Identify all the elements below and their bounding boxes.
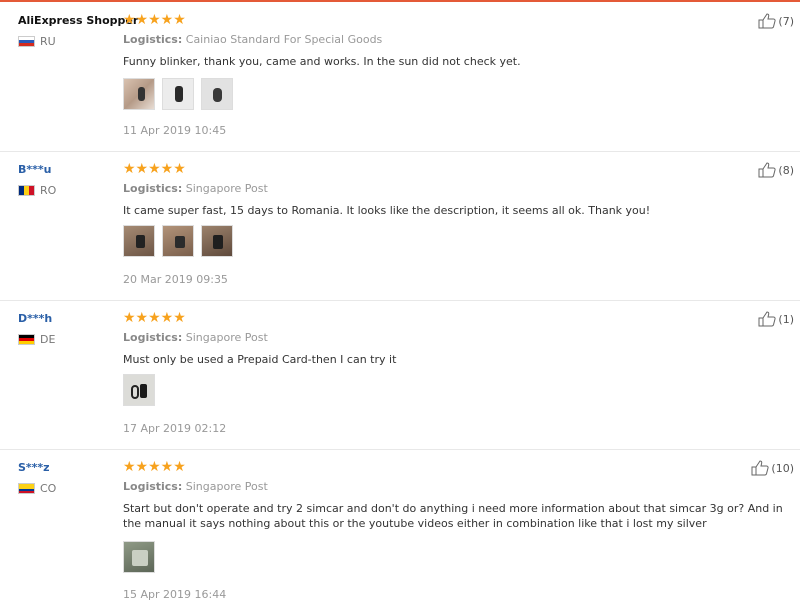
logistics-info: Logistics: Singapore Post (123, 182, 268, 195)
review-item: D***h DE ★★★★★ Logistics: Singapore Post… (0, 302, 800, 450)
likes-count: (8) (778, 163, 794, 177)
review-photos (123, 541, 155, 573)
romania-flag-icon (18, 185, 35, 196)
review-photo-thumbnail[interactable] (201, 225, 233, 257)
review-item: AliExpress Shopper RU ★★★★★ Logistics: C… (0, 4, 800, 152)
logistics-value: Singapore Post (185, 331, 268, 344)
review-date: 20 Mar 2019 09:35 (123, 273, 228, 286)
star-rating: ★★★★★ (123, 161, 186, 177)
reviewer-country: RU (18, 35, 56, 48)
review-photo-thumbnail[interactable] (162, 78, 194, 110)
helpful-button[interactable]: (7) (758, 13, 794, 29)
review-date: 15 Apr 2019 16:44 (123, 588, 227, 601)
review-photo-thumbnail[interactable] (123, 225, 155, 257)
logistics-info: Logistics: Singapore Post (123, 480, 268, 493)
germany-flag-icon (18, 334, 35, 345)
thumbs-up-icon (758, 162, 776, 178)
reviewer-name[interactable]: S***z (18, 461, 50, 474)
review-item: B***u RO ★★★★★ Logistics: Singapore Post… (0, 153, 800, 301)
logistics-value: Cainiao Standard For Special Goods (185, 33, 383, 46)
logistics-label: Logistics: (123, 331, 183, 344)
review-photo-thumbnail[interactable] (201, 78, 233, 110)
review-photos (123, 374, 155, 406)
russia-flag-icon (18, 36, 35, 47)
review-photos (123, 225, 233, 257)
likes-count: (7) (778, 14, 794, 28)
star-rating: ★★★★★ (123, 310, 186, 326)
reviewer-name[interactable]: B***u (18, 163, 51, 176)
logistics-value: Singapore Post (185, 480, 268, 493)
star-rating: ★★★★★ (123, 459, 186, 475)
review-date: 17 Apr 2019 02:12 (123, 422, 227, 435)
reviewer-country: DE (18, 333, 55, 346)
country-code: RO (40, 184, 57, 197)
review-photos (123, 78, 233, 110)
review-text: Funny blinker, thank you, came and works… (123, 55, 521, 68)
thumbs-up-icon (758, 311, 776, 327)
reviewer-name[interactable]: AliExpress Shopper (18, 14, 138, 27)
logistics-label: Logistics: (123, 480, 183, 493)
review-photo-thumbnail[interactable] (162, 225, 194, 257)
review-item: S***z CO ★★★★★ Logistics: Singapore Post… (0, 451, 800, 611)
reviewer-country: RO (18, 184, 56, 197)
likes-count: (1) (778, 312, 794, 326)
top-accent-bar (0, 0, 800, 2)
thumbs-up-icon (751, 460, 769, 476)
helpful-button[interactable]: (10) (751, 460, 794, 476)
helpful-button[interactable]: (1) (758, 311, 794, 327)
review-date: 11 Apr 2019 10:45 (123, 124, 227, 137)
logistics-label: Logistics: (123, 182, 183, 195)
colombia-flag-icon (18, 483, 35, 494)
country-code: RU (40, 35, 56, 48)
logistics-info: Logistics: Singapore Post (123, 331, 268, 344)
review-text: It came super fast, 15 days to Romania. … (123, 204, 651, 217)
review-photo-thumbnail[interactable] (123, 541, 155, 573)
country-code: DE (40, 333, 56, 346)
logistics-value: Singapore Post (185, 182, 268, 195)
review-text: Must only be used a Prepaid Card-then I … (123, 353, 397, 366)
reviewer-name[interactable]: D***h (18, 312, 52, 325)
star-rating: ★★★★★ (123, 12, 186, 28)
review-text: Start but don't operate and try 2 simcar… (123, 502, 783, 530)
helpful-button[interactable]: (8) (758, 162, 794, 178)
logistics-info: Logistics: Cainiao Standard For Special … (123, 33, 382, 46)
review-photo-thumbnail[interactable] (123, 374, 155, 406)
thumbs-up-icon (758, 13, 776, 29)
likes-count: (10) (771, 461, 794, 475)
logistics-label: Logistics: (123, 33, 183, 46)
review-photo-thumbnail[interactable] (123, 78, 155, 110)
country-code: CO (40, 482, 57, 495)
reviewer-country: CO (18, 482, 56, 495)
